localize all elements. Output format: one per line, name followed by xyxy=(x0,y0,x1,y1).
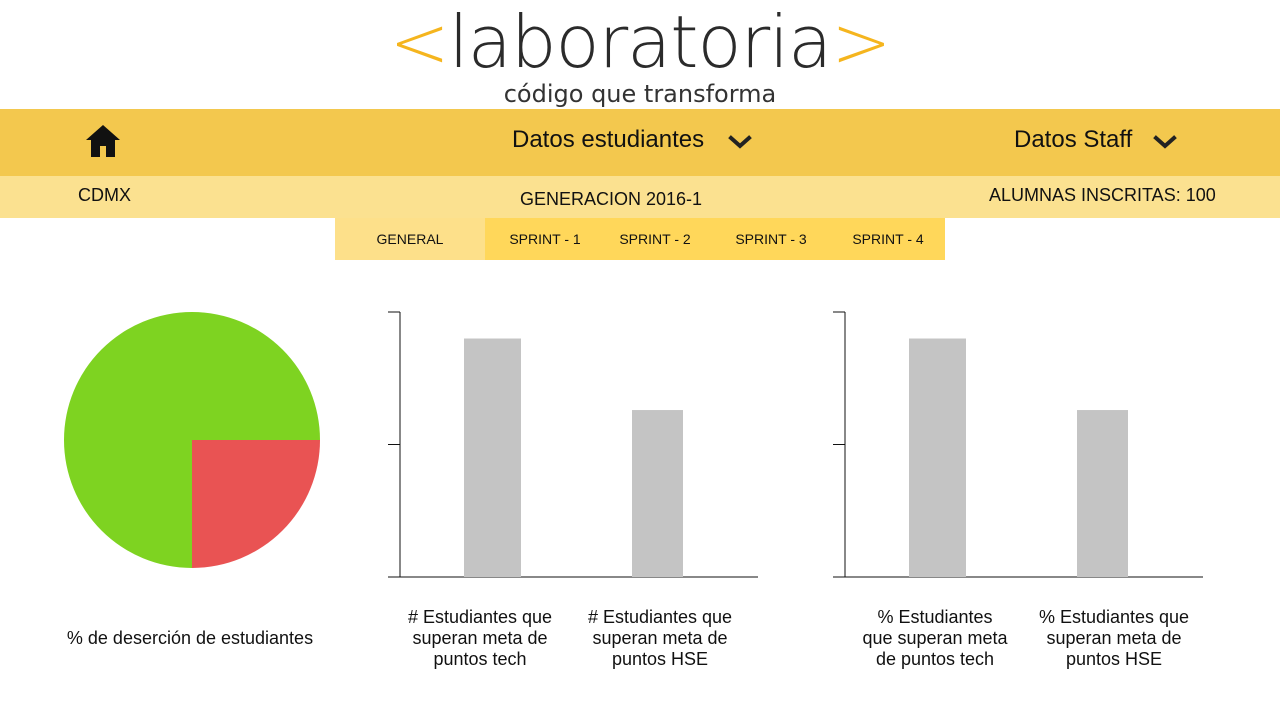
bar1-category-1: # Estudiantes que superan meta de puntos… xyxy=(407,607,553,669)
logo-name: laboratoria xyxy=(448,0,833,84)
nav-datos-estudiantes[interactable]: Datos estudiantes xyxy=(512,125,752,155)
nav-datos-estudiantes-label: Datos estudiantes xyxy=(512,126,705,153)
tab-sprint-1[interactable]: SPRINT - 1 xyxy=(495,218,595,260)
tab-general[interactable]: GENERAL xyxy=(335,218,485,260)
bar xyxy=(632,410,683,577)
chevron-down-icon xyxy=(728,135,752,149)
bar xyxy=(909,338,966,577)
bar2-category-2: % Estudiantes que superan meta de puntos… xyxy=(1038,607,1190,669)
pie-caption: % de deserción de estudiantes xyxy=(66,628,314,648)
bar xyxy=(464,338,521,577)
tab-sprint-3[interactable]: SPRINT - 3 xyxy=(721,218,821,260)
logo-close-bracket: > xyxy=(831,0,891,84)
logo-wordmark: <laboratoria> xyxy=(0,0,1280,84)
nav-datos-staff-label: Datos Staff xyxy=(1014,126,1133,153)
pie-slice-dropout xyxy=(192,440,320,568)
chevron-down-icon xyxy=(1153,135,1177,149)
dropout-pie-chart xyxy=(64,312,320,568)
tab-sprint-2[interactable]: SPRINT - 2 xyxy=(605,218,705,260)
generation-label: GENERACION 2016-1 xyxy=(520,189,703,209)
home-icon[interactable] xyxy=(84,123,122,159)
enrolled-count: ALUMNAS INSCRITAS: 100 xyxy=(989,185,1216,205)
nav-datos-staff[interactable]: Datos Staff xyxy=(1014,125,1177,155)
logo-open-bracket: < xyxy=(389,0,449,84)
info-bar: CDMX GENERACION 2016-1 ALUMNAS INSCRITAS… xyxy=(0,176,1280,218)
bar2-category-1: % Estudiantes que superan meta de puntos… xyxy=(862,607,1008,669)
city-label: CDMX xyxy=(78,185,131,205)
bar1-category-2: # Estudiantes que superan meta de puntos… xyxy=(587,607,733,669)
points-percent-bar-chart xyxy=(833,311,1203,578)
brand-logo: <laboratoria> código que transforma xyxy=(0,0,1280,110)
points-count-bar-chart xyxy=(388,311,758,578)
bar xyxy=(1077,410,1128,577)
tab-sprint-4[interactable]: SPRINT - 4 xyxy=(838,218,938,260)
logo-tagline: código que transforma xyxy=(503,80,777,108)
top-nav: Datos estudiantes Datos Staff xyxy=(0,109,1280,176)
sprint-tabs: GENERAL SPRINT - 1 SPRINT - 2 SPRINT - 3… xyxy=(335,218,945,260)
